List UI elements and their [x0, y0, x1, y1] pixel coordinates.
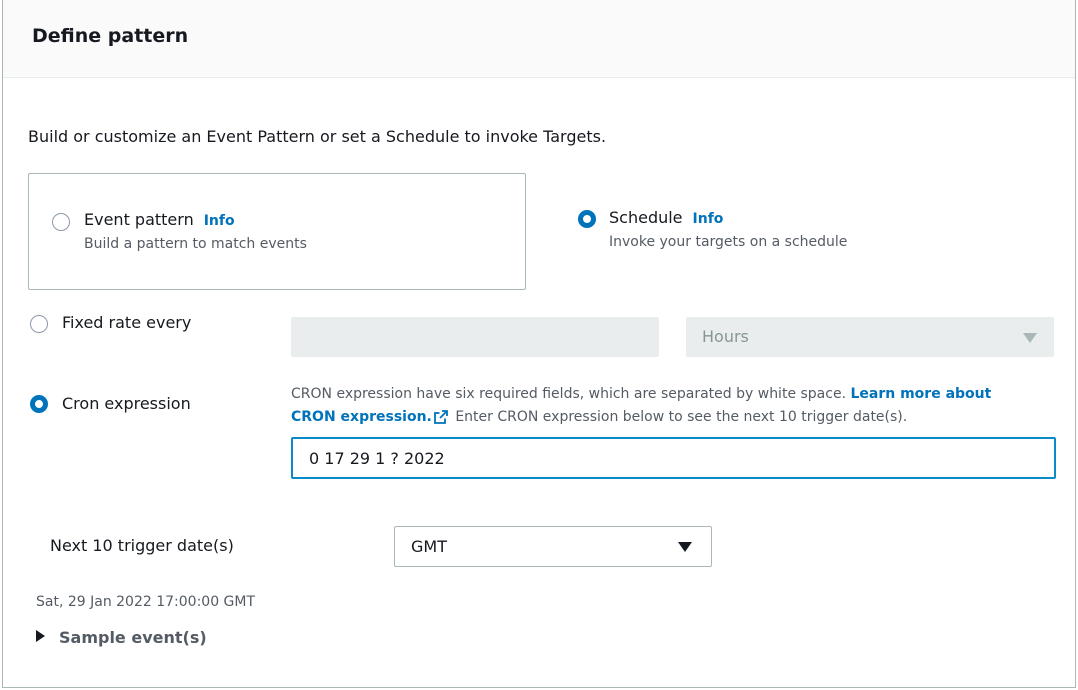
external-link-icon[interactable] [433, 410, 448, 424]
event-pattern-tile[interactable] [28, 173, 526, 290]
event-pattern-info-link[interactable]: Info [204, 213, 235, 229]
caret-down-icon [678, 542, 692, 552]
schedule-radio[interactable] [578, 210, 596, 228]
fixed-rate-label[interactable]: Fixed rate every [62, 313, 191, 332]
trigger-date-item: Sat, 29 Jan 2022 17:00:00 GMT [36, 594, 256, 610]
fixed-rate-unit-value: Hours [702, 327, 749, 346]
schedule-description: Invoke your targets on a schedule [609, 234, 848, 250]
fixed-rate-radio[interactable] [30, 315, 48, 333]
timezone-select[interactable]: GMT [394, 526, 712, 567]
timezone-value: GMT [411, 537, 447, 556]
event-pattern-option[interactable]: Event pattern Info [84, 210, 235, 229]
schedule-option[interactable]: Schedule Info [609, 208, 723, 227]
sample-events-expander[interactable]: Sample event(s) [36, 628, 207, 647]
event-pattern-radio[interactable] [52, 213, 70, 231]
fixed-rate-value-input[interactable] [291, 317, 659, 357]
cron-help-text: CRON expression have six required fields… [291, 383, 1031, 429]
next-trigger-dates-label: Next 10 trigger date(s) [50, 536, 234, 555]
panel-description: Build or customize an Event Pattern or s… [28, 127, 607, 146]
cron-help-prefix: CRON expression have six required fields… [291, 386, 847, 402]
panel-header: Define pattern [3, 0, 1075, 78]
cron-expression-radio[interactable] [30, 395, 48, 413]
event-pattern-description: Build a pattern to match events [84, 236, 307, 252]
sample-events-label: Sample event(s) [59, 628, 207, 647]
schedule-info-link[interactable]: Info [693, 211, 724, 227]
cron-expression-label[interactable]: Cron expression [62, 394, 191, 413]
schedule-label: Schedule [609, 208, 683, 227]
cron-expression-input[interactable] [291, 437, 1056, 479]
caret-right-icon [36, 630, 45, 642]
caret-down-icon [1023, 333, 1037, 343]
panel-title: Define pattern [32, 25, 189, 47]
cron-help-suffix: Enter CRON expression below to see the n… [455, 409, 908, 425]
fixed-rate-unit-select[interactable]: Hours [686, 317, 1054, 357]
event-pattern-label: Event pattern [84, 210, 194, 229]
